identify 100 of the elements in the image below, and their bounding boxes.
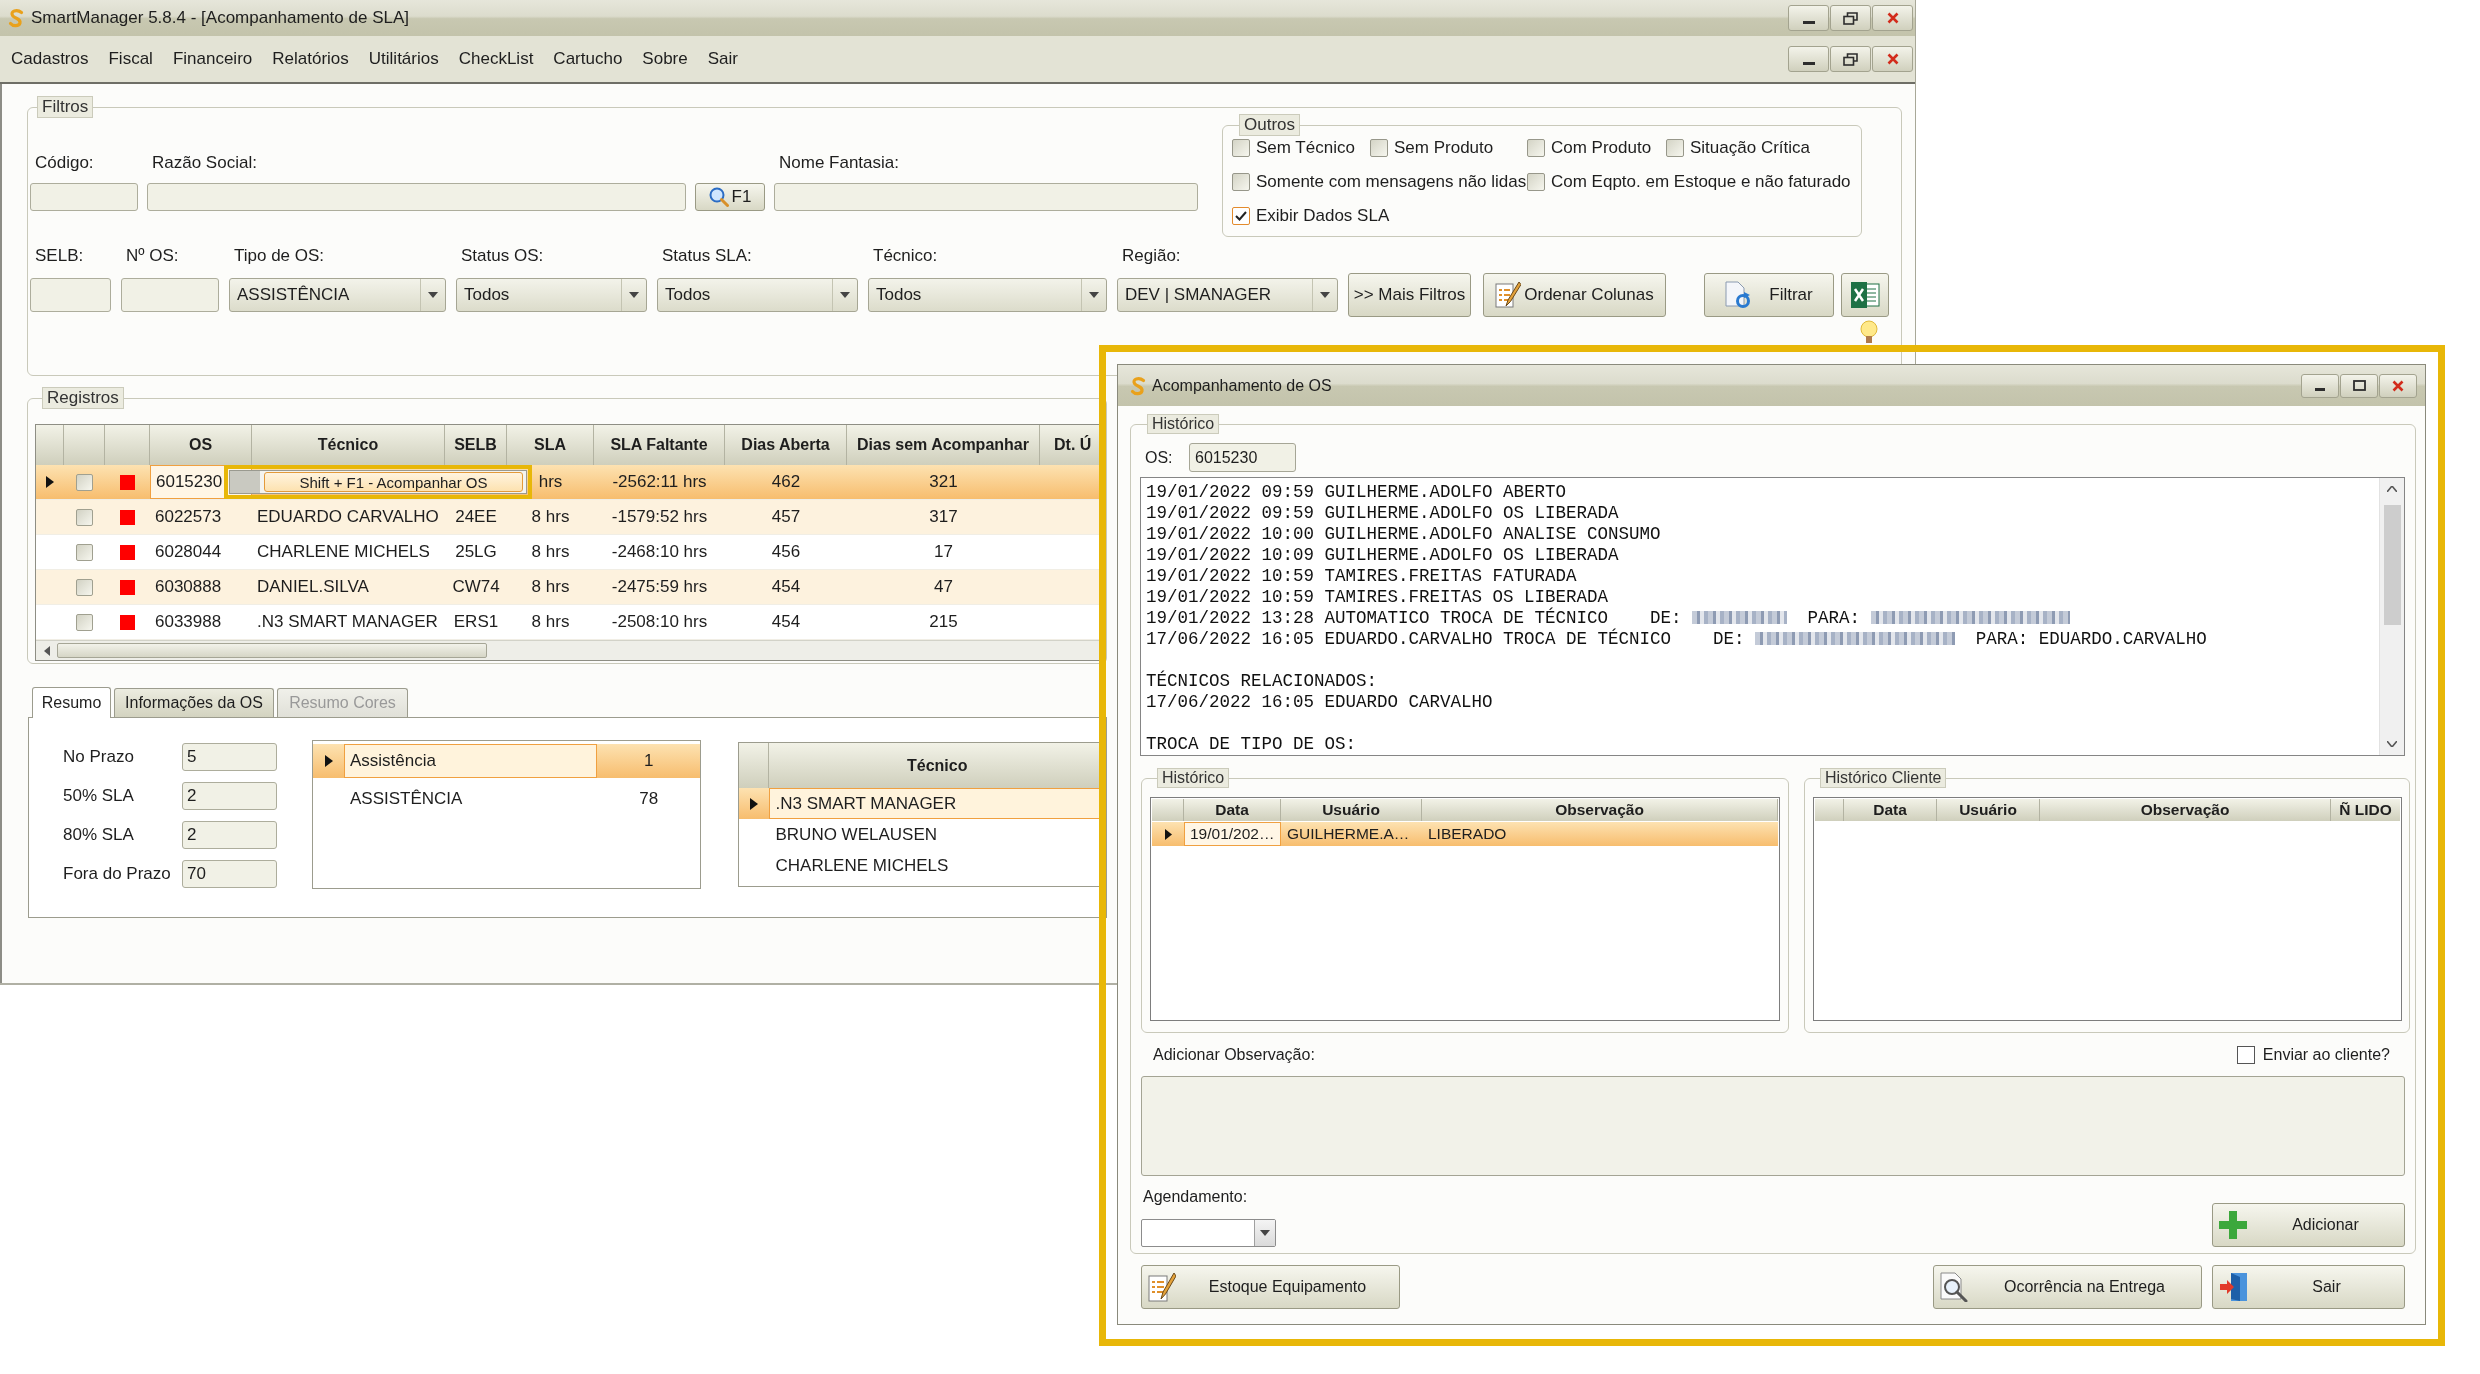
minimize-button[interactable]: [1788, 5, 1829, 31]
checkbox-label[interactable]: Sem Produto: [1394, 138, 1494, 158]
table-cell: 215: [929, 612, 958, 632]
column-header[interactable]: Técnico: [252, 425, 445, 465]
more-filters-button[interactable]: >> Mais Filtros: [1348, 273, 1471, 317]
menu-item[interactable]: Cadastros: [1, 46, 99, 72]
checkbox-label[interactable]: Exibir Dados SLA: [1256, 206, 1390, 226]
table-cell: 8 hrs: [531, 542, 570, 562]
dropdown[interactable]: Todos: [868, 278, 1107, 312]
log-text: PARA:: [1807, 607, 1861, 628]
exit-button[interactable]: Sair: [2212, 1265, 2405, 1309]
menu-item[interactable]: Relatórios: [262, 46, 359, 72]
checkbox[interactable]: [2236, 1046, 2255, 1064]
input-field[interactable]: [147, 183, 686, 211]
input-field[interactable]: [121, 278, 219, 312]
input-field[interactable]: [774, 183, 1198, 211]
window-title: SmartManager 5.8.4 - [Acompanhamento de SLA]: [31, 8, 409, 28]
input-field[interactable]: [30, 278, 111, 312]
restore-button[interactable]: [1830, 46, 1871, 72]
checkbox[interactable]: [76, 473, 93, 491]
maximize-button[interactable]: [2340, 373, 2378, 398]
add-button[interactable]: Adicionar: [2212, 1203, 2405, 1247]
minimize-button[interactable]: [2301, 373, 2339, 398]
restore-button[interactable]: [1830, 5, 1871, 31]
observation-field[interactable]: [1141, 1076, 2405, 1176]
checkbox[interactable]: [1527, 139, 1545, 157]
menu-item[interactable]: Financeiro: [162, 46, 263, 72]
checkbox-label[interactable]: Somente com mensagens não lidas: [1256, 172, 1527, 192]
menu-item[interactable]: Sair: [697, 46, 748, 72]
table-cell: 454: [771, 612, 801, 632]
table-row[interactable]: 19/01/202… GUILHERME.A… LIBERADO: [1152, 822, 1778, 846]
column-header[interactable]: Ñ LIDO: [2331, 799, 2400, 821]
column-header[interactable]: Dias sem Acompanhar: [847, 425, 1040, 465]
column-header[interactable]: SLA Faltante: [594, 425, 725, 465]
close-button[interactable]: [1872, 5, 1913, 31]
column-header[interactable]: Observação: [2040, 799, 2331, 821]
table-cell: -2562:11 hrs: [612, 472, 707, 492]
os-field[interactable]: 6015230: [1189, 443, 1296, 472]
checkbox[interactable]: [76, 578, 93, 596]
export-button[interactable]: [1841, 273, 1889, 317]
checkbox[interactable]: [1527, 173, 1545, 191]
column-header[interactable]: Usuário: [1937, 799, 2040, 821]
dropdown[interactable]: Todos: [456, 278, 647, 312]
column-header[interactable]: SELB: [445, 425, 507, 465]
dropdown[interactable]: DEV | SMANAGER: [1117, 278, 1338, 312]
date-dropdown[interactable]: [1141, 1219, 1276, 1247]
menu-item[interactable]: Sobre: [632, 46, 698, 72]
input-field[interactable]: [30, 183, 138, 211]
column-header[interactable]: Usuário: [1281, 799, 1422, 821]
order-columns-button[interactable]: Ordenar Colunas: [1483, 273, 1666, 317]
search-icon: [708, 187, 729, 207]
table-row[interactable]: BRUNO WELAUSEN: [739, 819, 1106, 850]
checkbox[interactable]: [1232, 207, 1250, 225]
scrollbar-thumb[interactable]: [57, 643, 487, 658]
menu-item[interactable]: Shift + F1 - Acompanhar OS: [264, 472, 523, 492]
field-label: Nome Fantasia:: [778, 152, 900, 174]
checkbox[interactable]: [76, 613, 93, 631]
field-label: Status OS:: [460, 245, 545, 267]
checkbox[interactable]: [1232, 173, 1250, 191]
vertical-scrollbar[interactable]: [2379, 478, 2404, 755]
checkbox[interactable]: [1666, 139, 1684, 157]
column-header[interactable]: Data: [1844, 799, 1937, 821]
log-text: 19/01/2022 13:28 AUTOMATICO TROCA DE TÉCNICO DE:: [1146, 607, 1682, 628]
delivery-occurrence-button[interactable]: Ocorrência na Entrega: [1933, 1265, 2202, 1309]
dropdown[interactable]: ASSISTÊNCIA: [229, 278, 446, 312]
field-label: 50% SLA: [63, 786, 135, 806]
minimize-button[interactable]: [1788, 46, 1829, 72]
checkbox-label[interactable]: Com Eqpto. em Estoque e não faturado: [1551, 172, 1851, 192]
logo-icon: [1128, 375, 1148, 396]
close-button[interactable]: [2379, 373, 2417, 398]
menu-item[interactable]: Fiscal: [98, 46, 163, 72]
search-button[interactable]: F1: [695, 183, 765, 211]
caret-down-icon: [1089, 292, 1099, 298]
table-row[interactable]: CHARLENE MICHELS: [739, 850, 1106, 881]
tab[interactable]: Informações da OS: [114, 688, 274, 717]
tab[interactable]: Resumo: [32, 687, 111, 718]
menu-item[interactable]: Utilitários: [358, 46, 449, 72]
table-row[interactable]: Assistência 1: [313, 744, 701, 778]
scrollbar-thumb[interactable]: [2383, 505, 2401, 625]
table-row[interactable]: ASSISTÊNCIA 78: [313, 782, 701, 816]
menu-item[interactable]: CheckList: [448, 46, 544, 72]
column-header[interactable]: Observação: [1422, 799, 1778, 821]
checkbox[interactable]: [76, 543, 93, 561]
close-button[interactable]: [1872, 46, 1913, 72]
checkbox-label[interactable]: Com Produto: [1551, 138, 1652, 158]
column-header[interactable]: Dias Aberta: [725, 425, 847, 465]
checkbox-label[interactable]: Enviar ao cliente?: [2262, 1046, 2390, 1064]
menu-item[interactable]: Cartucho: [543, 46, 633, 72]
checkbox[interactable]: [1232, 139, 1250, 157]
filter-button[interactable]: Filtrar: [1704, 273, 1834, 317]
dropdown[interactable]: Todos: [657, 278, 858, 312]
checkbox[interactable]: [76, 508, 93, 526]
checkbox-label[interactable]: Sem Técnico: [1256, 138, 1355, 158]
column-header[interactable]: Data: [1184, 799, 1281, 821]
stock-equipment-button[interactable]: Estoque Equipamento: [1141, 1265, 1400, 1309]
log-text: 19/01/2022 10:09 GUILHERME.ADOLFO OS LIBERADA: [1146, 544, 1619, 565]
checkbox-label[interactable]: Situação Crítica: [1690, 138, 1810, 158]
column-header[interactable]: SLA: [507, 425, 594, 465]
checkbox[interactable]: [1370, 139, 1388, 157]
column-header[interactable]: OS: [150, 425, 252, 465]
